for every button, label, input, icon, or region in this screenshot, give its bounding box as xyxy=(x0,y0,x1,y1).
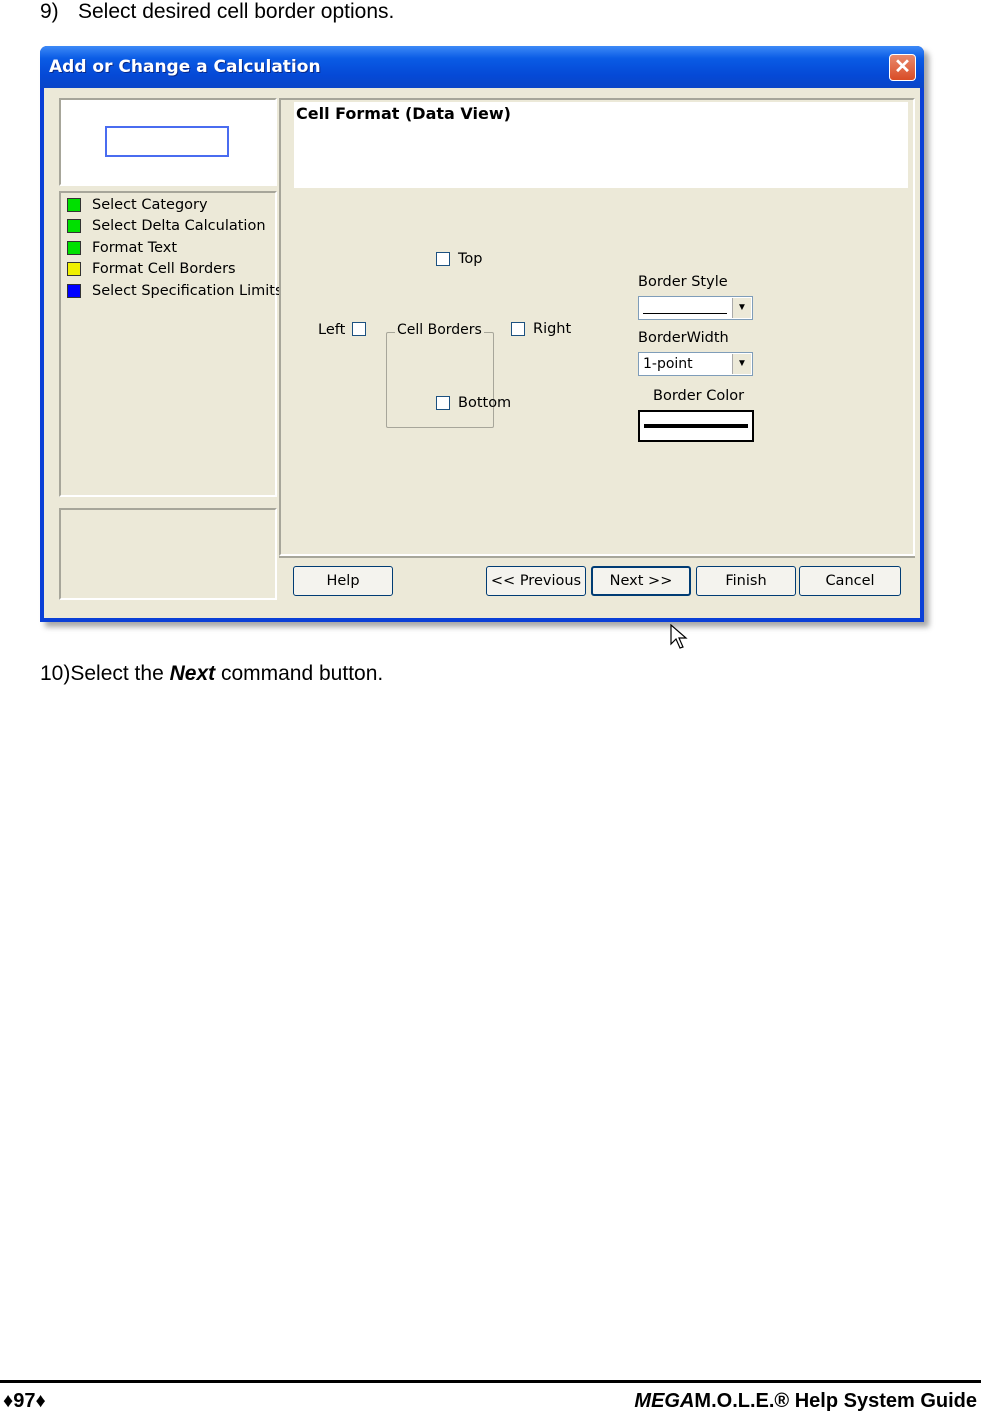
left-checkbox-label: Left xyxy=(318,322,346,338)
step-label: Select Category xyxy=(92,197,208,213)
border-width-value: 1-point xyxy=(643,356,693,372)
step-number: 10) xyxy=(40,662,71,685)
step-item-format-cell-borders[interactable]: Format Cell Borders xyxy=(67,259,236,279)
wizard-steps-list: Select Category Select Delta Calculation… xyxy=(59,191,283,497)
bottom-border-checkbox[interactable] xyxy=(436,396,450,410)
right-checkbox-label: Right xyxy=(533,321,572,337)
chevron-down-icon[interactable]: ▼ xyxy=(732,354,751,374)
footer-rule xyxy=(0,1380,981,1383)
footer-guide-name: M.O.L.E.® Help System Guide xyxy=(694,1390,977,1412)
step-label: Select Delta Calculation xyxy=(92,218,266,234)
previous-button[interactable]: << Previous xyxy=(486,566,586,596)
border-width-select[interactable]: 1-point ▼ xyxy=(638,352,753,376)
status-square-icon xyxy=(67,241,81,255)
step-label: Format Cell Borders xyxy=(92,261,236,277)
border-style-select[interactable]: ▼ xyxy=(638,296,753,320)
close-icon[interactable]: ✕ xyxy=(889,54,916,81)
border-color-swatch xyxy=(644,424,748,428)
step-item-select-category[interactable]: Select Category xyxy=(67,195,208,215)
dialog-window: Add or Change a Calculation ✕ Select Cat… xyxy=(40,46,924,649)
border-style-preview xyxy=(643,313,727,314)
border-color-label: Border Color xyxy=(653,388,745,404)
panel-title: Cell Format (Data View) xyxy=(296,104,511,123)
status-square-icon xyxy=(67,284,81,298)
step-label: Select Specification Limits xyxy=(92,283,283,299)
footer-brand: MEGA xyxy=(634,1390,695,1412)
logo-panel xyxy=(59,98,277,186)
border-color-picker[interactable] xyxy=(638,410,754,442)
bottom-checkbox-label: Bottom xyxy=(458,395,512,411)
cell-borders-group: Cell Borders xyxy=(386,322,494,428)
right-border-checkbox[interactable] xyxy=(511,322,525,336)
footer-guide-title: MEGAM.O.L.E.® Help System Guide xyxy=(634,1390,977,1413)
finish-button[interactable]: Finish xyxy=(696,566,796,596)
status-square-icon xyxy=(67,219,81,233)
step-item-select-spec-limits[interactable]: Select Specification Limits xyxy=(67,281,283,301)
step-item-select-delta[interactable]: Select Delta Calculation xyxy=(67,216,266,236)
top-border-checkbox[interactable] xyxy=(436,252,450,266)
step-label: Format Text xyxy=(92,240,178,256)
cancel-button[interactable]: Cancel xyxy=(799,566,901,596)
info-panel xyxy=(59,508,277,600)
panel-header: Cell Format (Data View) xyxy=(294,102,908,188)
page-number: ♦97♦ xyxy=(3,1390,46,1412)
dialog-client-area: Select Category Select Delta Calculation… xyxy=(44,88,920,649)
step-item-format-text[interactable]: Format Text xyxy=(67,238,177,258)
logo-placeholder xyxy=(105,126,229,157)
step-text-emphasis: Next xyxy=(169,662,216,685)
top-checkbox-label: Top xyxy=(458,251,483,267)
border-style-label: Border Style xyxy=(638,274,728,290)
dialog-titlebar[interactable]: Add or Change a Calculation ✕ xyxy=(40,46,924,88)
step-number: 9) xyxy=(40,0,59,23)
help-button[interactable]: Help xyxy=(293,566,393,596)
chevron-down-icon[interactable]: ▼ xyxy=(732,298,751,318)
cell-format-panel: Cell Format (Data View) xyxy=(279,98,915,556)
button-bar: Help << Previous Next >> Finish Cancel xyxy=(279,556,915,604)
step-text-prefix: Select the xyxy=(70,662,170,685)
next-button[interactable]: Next >> xyxy=(591,566,691,596)
step-9-instruction: 9) Select desired cell border options. xyxy=(40,0,394,24)
step-text: Select desired cell border options. xyxy=(78,0,395,23)
border-width-label: BorderWidth xyxy=(638,330,729,346)
dialog-title: Add or Change a Calculation xyxy=(49,57,321,77)
step-text-suffix: command button. xyxy=(215,662,384,685)
group-caption: Cell Borders xyxy=(395,322,484,338)
left-border-checkbox[interactable] xyxy=(352,322,366,336)
mouse-pointer-icon xyxy=(670,624,688,649)
status-square-icon xyxy=(67,198,81,212)
step-10-instruction: 10)Select the Next command button. xyxy=(40,662,383,686)
status-square-icon xyxy=(67,262,81,276)
